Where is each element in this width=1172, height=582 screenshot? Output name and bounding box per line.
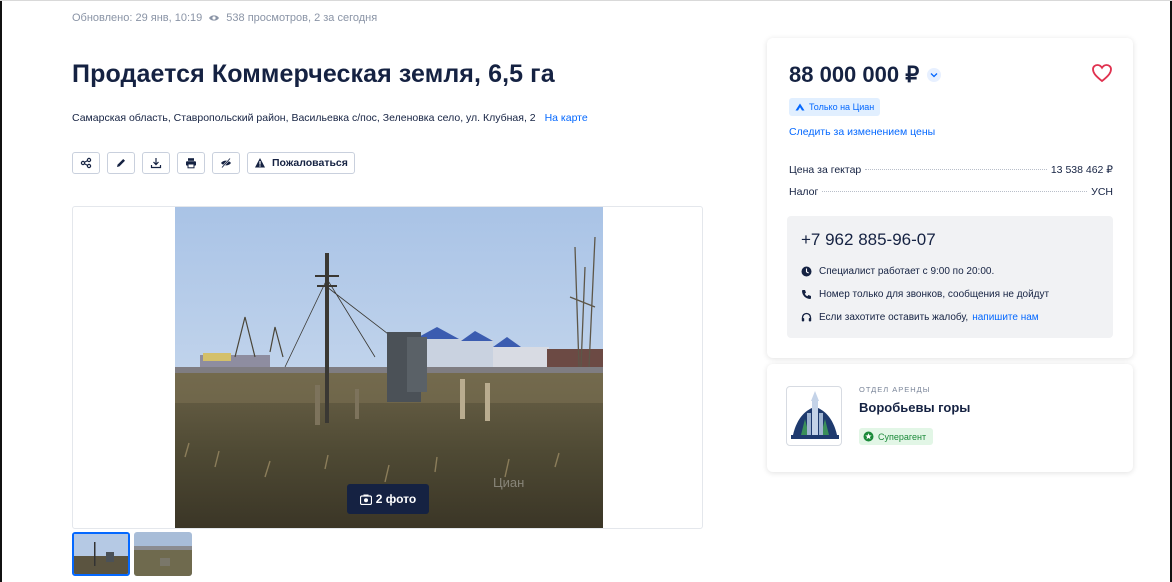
map-link[interactable]: На карте <box>545 112 588 124</box>
thumbnail-2[interactable] <box>134 532 192 576</box>
agent-logo[interactable] <box>786 386 842 446</box>
hours-text: Специалист работает с 9:00 по 20:00. <box>819 266 995 277</box>
address-text: Самарская область, Ставропольский район,… <box>72 112 536 124</box>
photo-count-button[interactable]: 2 фото <box>347 484 429 514</box>
only-on-cian-badge: Только на Циан <box>789 98 881 116</box>
warning-icon <box>255 158 265 168</box>
row-value: 13 538 462 ₽ <box>1050 164 1113 176</box>
only-on-label: Только на Циан <box>809 102 875 112</box>
land-photo: Циан <box>175 207 603 528</box>
thumbnail-image <box>134 532 192 576</box>
price-card: 88 000 000 ₽ Только на Циан Следить за и… <box>767 38 1133 358</box>
follow-price-link[interactable]: Следить за изменением цены <box>789 126 935 138</box>
pencil-icon <box>117 159 125 167</box>
hide-icon <box>221 157 231 169</box>
phone-number[interactable]: +7 962 885-96-07 <box>801 230 936 250</box>
views-text: 538 просмотров, 2 за сегодня <box>226 12 378 24</box>
printer-icon <box>186 158 196 169</box>
photo-gallery[interactable]: Циан <box>72 206 703 529</box>
print-button[interactable] <box>177 152 205 174</box>
price-value: 88 000 000 ₽ <box>789 62 920 87</box>
price-history-toggle[interactable] <box>927 68 942 82</box>
chevron-down-icon <box>930 73 938 78</box>
page-title: Продается Коммерческая земля, 6,5 га <box>72 60 555 88</box>
agency-logo-image <box>791 391 839 439</box>
row-key: Цена за гектар <box>789 164 862 176</box>
thumbnail-strip <box>72 532 192 576</box>
star-badge-icon <box>863 431 874 442</box>
write-us-link[interactable]: напишите нам <box>972 312 1038 323</box>
agent-name[interactable]: Воробьевы горы <box>859 400 970 415</box>
thumbnail-image <box>74 534 128 574</box>
watermark-text: Циан <box>493 475 524 490</box>
price-per-hectare-row: Цена за гектар 13 538 462 ₽ <box>789 164 1113 176</box>
camera-icon <box>359 494 372 505</box>
complain-button[interactable]: Пожаловаться <box>247 152 355 174</box>
cian-logo-icon <box>795 103 805 111</box>
eye-icon <box>209 15 220 21</box>
main-photo[interactable]: Циан <box>175 207 603 528</box>
hours-note: Специалист работает с 9:00 по 20:00. <box>801 266 994 277</box>
address: Самарская область, Ставропольский район,… <box>72 112 588 124</box>
photo-count-label: 2 фото <box>375 492 417 506</box>
price: 88 000 000 ₽ <box>789 62 942 88</box>
complaint-text: Если захотите оставить жалобу, <box>819 312 969 323</box>
share-icon <box>80 157 92 169</box>
row-key: Налог <box>789 186 819 198</box>
complain-label: Пожаловаться <box>272 157 348 169</box>
edit-button[interactable] <box>107 152 135 174</box>
clock-icon <box>801 266 812 277</box>
headset-icon <box>801 312 812 322</box>
calls-only-text: Номер только для звонков, сообщения не д… <box>819 289 1050 300</box>
hide-button[interactable] <box>212 152 240 174</box>
agent-department: ОТДЕЛ АРЕНДЫ <box>859 385 931 394</box>
top-divider <box>0 0 1172 1</box>
share-button[interactable] <box>72 152 100 174</box>
dotted-leader <box>865 169 1047 170</box>
action-toolbar: Пожаловаться <box>72 152 355 174</box>
phone-icon <box>802 290 811 299</box>
row-value: УСН <box>1091 186 1113 198</box>
superagent-badge: Суперагент <box>859 428 934 445</box>
favorite-heart-icon[interactable] <box>1091 62 1113 84</box>
listing-meta: Обновлено: 29 янв, 10:19 538 просмотров,… <box>72 12 377 24</box>
thumbnail-1[interactable] <box>72 532 130 576</box>
updated-text: Обновлено: 29 янв, 10:19 <box>72 12 203 24</box>
dotted-leader <box>822 191 1088 192</box>
download-button[interactable] <box>142 152 170 174</box>
calls-only-note: Номер только для звонков, сообщения не д… <box>801 289 1049 300</box>
tax-row: Налог УСН <box>789 186 1113 198</box>
download-icon <box>150 158 162 169</box>
agent-card: ОТДЕЛ АРЕНДЫ Воробьевы горы Суперагент <box>767 364 1133 472</box>
complaint-note: Если захотите оставить жалобу, напишите … <box>801 312 1039 323</box>
superagent-label: Суперагент <box>878 431 927 442</box>
contact-box: +7 962 885-96-07 Специалист работает с 9… <box>787 216 1113 338</box>
